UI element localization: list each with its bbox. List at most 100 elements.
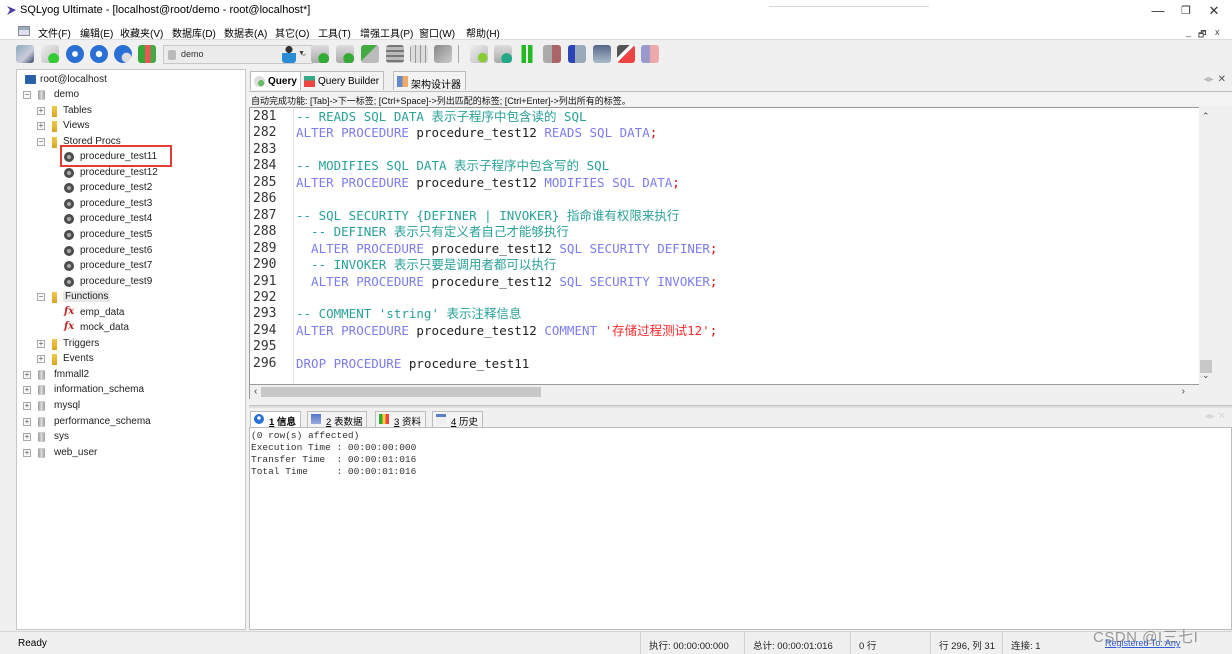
menu-window[interactable]: 窗口(W) <box>419 25 455 40</box>
sql-scheduler-icon[interactable] <box>568 45 586 63</box>
copy-table-icon[interactable] <box>434 45 452 63</box>
import-icon[interactable] <box>311 45 329 63</box>
expand-icon[interactable]: + <box>23 417 31 426</box>
code-text: ALTER PROCEDURE procedure_test12 SQL SEC… <box>296 274 717 290</box>
import-external-icon[interactable] <box>543 45 561 63</box>
tab-scroll-right-icon[interactable]: ▸ <box>1210 411 1215 422</box>
scroll-left-icon[interactable]: ‹ <box>254 386 257 397</box>
code-token-kw: ALTER PROCEDURE <box>296 322 417 338</box>
scroll-right-icon[interactable]: › <box>1182 386 1185 397</box>
menu-edit[interactable]: 编辑(E) <box>80 25 113 40</box>
stored-procedure-icon <box>64 276 74 287</box>
code-token-kw: SQL SECURITY INVOKER <box>559 273 710 289</box>
message-line: Execution Time : 00:00:00:000 <box>251 442 417 453</box>
folder-icon <box>52 105 57 117</box>
backup-icon[interactable] <box>361 45 379 63</box>
menu-database[interactable]: 数据库(D) <box>172 25 216 40</box>
scrollbar-thumb[interactable] <box>261 387 541 397</box>
expand-icon[interactable]: + <box>23 433 31 442</box>
minimize-button[interactable]: — <box>1143 3 1173 19</box>
menu-others[interactable]: 其它(O) <box>275 25 309 40</box>
export-icon[interactable] <box>336 45 354 63</box>
expand-icon[interactable]: + <box>23 402 31 410</box>
messages-output[interactable]: (0 row(s) affected) Execution Time : 00:… <box>249 427 1232 630</box>
expand-icon[interactable]: + <box>23 448 31 457</box>
user-dropdown-icon[interactable]: ▼ <box>298 50 305 57</box>
code-token-kw: COMMENT <box>544 322 605 338</box>
data-sync-icon[interactable] <box>494 45 512 63</box>
scroll-up-icon[interactable]: ⌃ <box>1202 111 1210 122</box>
menu-help[interactable]: 帮助(H) <box>466 25 500 40</box>
document-menu-icon[interactable] <box>18 26 30 36</box>
code-token-cm: -- MODIFIES SQL DATA 表示子程序中包含写的 SQL <box>296 158 610 174</box>
expand-icon[interactable]: + <box>37 355 45 364</box>
collapse-icon[interactable]: − <box>37 137 45 146</box>
tab-table-data[interactable]: 2 表数据 <box>307 411 368 428</box>
table-data-icon[interactable] <box>386 45 404 63</box>
code-text: -- READS SQL DATA 表示子程序中包含读的 SQL <box>296 109 587 125</box>
menu-table[interactable]: 数据表(A) <box>224 25 267 40</box>
tab-info[interactable]: 3 资料 <box>375 411 426 428</box>
collapse-icon[interactable]: − <box>23 91 31 99</box>
sql-editor[interactable]: 281 -- READS SQL DATA 表示子程序中包含读的 SQL 282 AL… <box>249 107 1199 385</box>
expand-icon[interactable]: + <box>37 122 45 131</box>
menu-power-tools[interactable]: 增强工具(P) <box>360 25 413 40</box>
user-manager-icon[interactable] <box>282 45 296 63</box>
sqlyog-window: SQLyog Ultimate - [localhost@root/demo -… <box>0 0 1232 654</box>
schema-sync-icon[interactable] <box>138 45 156 63</box>
editor-horizontal-scrollbar[interactable]: ‹ › <box>249 385 1213 399</box>
database-icon <box>38 432 45 443</box>
tree-node-label: emp_data <box>80 306 125 318</box>
expand-icon[interactable]: + <box>37 106 45 115</box>
folder-icon <box>52 136 57 148</box>
sql-formatter-icon[interactable] <box>470 45 488 63</box>
info-chart-icon <box>379 414 389 424</box>
close-button[interactable]: ✕ <box>1199 3 1229 19</box>
tab-query-builder[interactable]: Query Builder <box>300 71 385 90</box>
tab-schema-designer[interactable]: 架构设计器 <box>393 71 466 91</box>
code-token-punc: ; <box>709 322 718 338</box>
line-number: 295 <box>253 339 277 355</box>
table-designer-icon[interactable] <box>617 45 635 63</box>
expand-icon[interactable]: + <box>23 370 31 379</box>
execute-edit-icon[interactable] <box>114 45 132 63</box>
scroll-down-icon[interactable]: ⌄ <box>1202 370 1210 381</box>
tree-node-label: procedure_test12 <box>80 166 158 178</box>
expand-icon[interactable]: + <box>37 339 45 348</box>
maximize-button[interactable]: ❐ <box>1171 3 1201 19</box>
line-number: 289 <box>253 240 277 256</box>
editor-vertical-scrollbar[interactable]: ⌃ ⌄ <box>1199 107 1213 385</box>
menu-favorites[interactable]: 收藏夹(V) <box>120 25 163 40</box>
tab-messages[interactable]: 1 信息 <box>250 411 301 428</box>
message-line: Transfer Time : 00:00:01:016 <box>251 454 417 465</box>
code-token-kw: DROP PROCEDURE <box>296 355 409 371</box>
collapse-icon[interactable]: − <box>37 293 45 302</box>
close-tab-icon[interactable]: ✕ <box>1218 74 1226 85</box>
expand-icon[interactable]: + <box>23 386 31 395</box>
mdi-close-button[interactable]: x <box>1215 27 1220 37</box>
schema-designer-tab-icon <box>397 76 408 87</box>
query-editor-area: Query Query Builder 架构设计器 ◂▸ ✕ 自动完成功能: [T… <box>249 69 1232 405</box>
tab-scroll-right-icon[interactable]: ▸ <box>1209 74 1214 85</box>
close-tab-icon[interactable]: ✕ <box>1218 411 1226 422</box>
tab-history[interactable]: 4 历史 <box>432 411 483 428</box>
code-token-punc: ; <box>709 240 718 256</box>
window-title: SQLyog Ultimate - [localhost@root/demo -… <box>20 4 311 16</box>
execute-query-icon[interactable] <box>66 45 84 63</box>
table-grid-icon[interactable] <box>410 45 428 63</box>
folder-icon <box>52 292 57 304</box>
execute-all-icon[interactable] <box>90 45 108 63</box>
code-token-punc: ; <box>709 273 718 289</box>
schema-designer-icon[interactable] <box>641 45 659 63</box>
line-number: 281 <box>253 109 277 124</box>
menu-file[interactable]: 文件(F) <box>38 25 71 40</box>
schema-compare-icon[interactable] <box>518 45 536 63</box>
visual-report-icon[interactable] <box>593 45 611 63</box>
mdi-minimize-button[interactable]: _ <box>1186 27 1191 37</box>
menu-tools[interactable]: 工具(T) <box>318 25 351 40</box>
new-query-icon[interactable] <box>41 45 59 63</box>
database-icon <box>38 416 45 427</box>
new-connection-icon[interactable] <box>16 45 34 63</box>
tab-query[interactable]: Query <box>250 71 302 90</box>
annotation-highlight-box <box>60 145 172 167</box>
